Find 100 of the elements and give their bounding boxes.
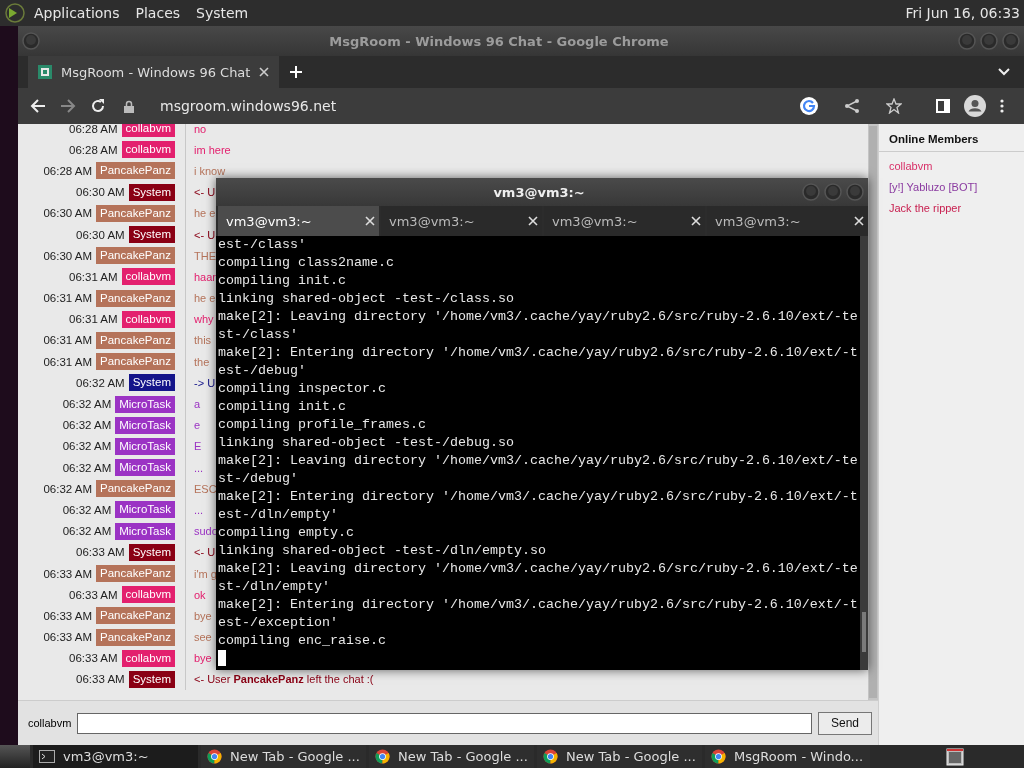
timestamp: 06:28 AM bbox=[43, 164, 93, 177]
reload-icon[interactable] bbox=[90, 98, 106, 114]
taskbar-button[interactable]: vm3@vm3:~ bbox=[33, 745, 198, 768]
taskbar-button[interactable]: New Tab - Google ... bbox=[537, 745, 702, 768]
window-icon[interactable] bbox=[946, 747, 964, 766]
terminal-line: compiling enc_raise.c bbox=[218, 632, 386, 650]
timestamp: 06:33 AM bbox=[69, 652, 118, 665]
chevron-down-icon[interactable] bbox=[998, 68, 1010, 76]
timestamp: 06:33 AM bbox=[69, 588, 118, 601]
message-text: ... bbox=[194, 503, 204, 516]
close-icon[interactable] bbox=[528, 216, 538, 226]
star-icon[interactable] bbox=[886, 98, 902, 114]
terminal-line: make[2]: Leaving directory '/home/vm3/.cache/yay/ruby2.6/src/ruby-2.6.10/ext/-te bbox=[218, 452, 858, 470]
terminal-line: make[2]: Leaving directory '/home/vm3/.cache/yay/ruby2.6/src/ruby-2.6.10/ext/-te bbox=[218, 308, 858, 326]
message-text: why bbox=[194, 313, 214, 326]
window-title: MsgRoom - Windows 96 Chat - Google Chrome bbox=[328, 33, 670, 49]
terminal-line: compiling profile_frames.c bbox=[218, 416, 426, 434]
username-badge: PancakePanz bbox=[96, 628, 175, 646]
address-field[interactable]: msgroom.windows96.net bbox=[160, 98, 337, 114]
username-badge: PancakePanz bbox=[96, 247, 175, 265]
panel-heading: Online Members bbox=[879, 133, 1024, 152]
back-icon[interactable] bbox=[30, 98, 46, 114]
timestamp: 06:30 AM bbox=[76, 228, 125, 241]
terminal-line: linking shared-object -test-/class.so bbox=[218, 290, 514, 308]
timestamp: 06:33 AM bbox=[43, 631, 93, 644]
terminal-line: linking shared-object -test-/dln/empty.so bbox=[218, 542, 546, 560]
timestamp: 06:31 AM bbox=[43, 355, 93, 368]
taskbar-button[interactable]: MsgRoom - Windo... bbox=[705, 745, 870, 768]
message-text: ... bbox=[194, 461, 204, 474]
terminal-tab[interactable]: vm3@vm3:~ bbox=[218, 206, 379, 236]
message-text: i'm g bbox=[194, 567, 217, 580]
avatar-icon[interactable] bbox=[964, 95, 986, 117]
forward-icon[interactable] bbox=[60, 98, 76, 114]
message-text: e bbox=[194, 419, 201, 432]
app-menu-icon[interactable] bbox=[4, 2, 26, 24]
timestamp: 06:33 AM bbox=[43, 609, 93, 622]
terminal-line: make[2]: Entering directory '/home/vm3/.cache/yay/ruby2.6/src/ruby-2.6.10/ext/-t bbox=[218, 344, 858, 362]
timestamp: 06:32 AM bbox=[62, 525, 112, 538]
menu-item[interactable]: Places bbox=[127, 5, 189, 21]
username-badge: collabvm bbox=[121, 141, 175, 159]
username-badge: System bbox=[128, 226, 175, 244]
message-text: i know bbox=[194, 164, 226, 177]
taskbar-button[interactable]: New Tab - Google ... bbox=[201, 745, 366, 768]
close-icon[interactable] bbox=[365, 216, 375, 226]
username-badge: PancakePanz bbox=[96, 289, 175, 307]
browser-tab[interactable]: MsgRoom - Windows 96 Chat bbox=[28, 56, 280, 88]
terminal-line: compiling init.c bbox=[218, 398, 346, 416]
terminal-icon bbox=[39, 750, 55, 763]
terminal-line: make[2]: Leaving directory '/home/vm3/.cache/yay/ruby2.6/src/ruby-2.6.10/ext/-te bbox=[218, 560, 858, 578]
timestamp: 06:32 AM bbox=[43, 482, 93, 495]
timestamp: 06:33 AM bbox=[76, 673, 125, 686]
timestamp: 06:33 AM bbox=[43, 567, 93, 580]
username-badge: PancakePanz bbox=[96, 353, 175, 371]
close-icon[interactable] bbox=[854, 216, 864, 226]
username-badge: PancakePanz bbox=[96, 480, 175, 498]
menu-item[interactable]: System bbox=[188, 5, 257, 21]
username-badge: MicroTask bbox=[115, 395, 175, 413]
more-icon[interactable] bbox=[1000, 99, 1004, 113]
plus-icon[interactable] bbox=[289, 65, 304, 79]
taskbar-button[interactable]: New Tab - Google ... bbox=[369, 745, 534, 768]
member-name[interactable]: collabvm bbox=[879, 160, 943, 173]
member-name[interactable]: Jack the ripper bbox=[879, 202, 972, 215]
close-icon[interactable] bbox=[259, 67, 270, 77]
terminal-line: est-/exception' bbox=[218, 614, 338, 632]
g-logo-icon[interactable] bbox=[800, 97, 818, 115]
side-panel-icon[interactable] bbox=[936, 99, 950, 113]
timestamp: 06:28 AM bbox=[69, 124, 118, 135]
clock: Fri Jun 16, 06:33 bbox=[905, 5, 1020, 21]
scrollbar[interactable] bbox=[859, 236, 868, 670]
browser-icon bbox=[375, 749, 390, 764]
timestamp: 06:30 AM bbox=[43, 207, 93, 220]
member-name[interactable]: [y!] Yabluzo [BOT] bbox=[879, 181, 988, 194]
message-text: he e bbox=[194, 292, 216, 305]
message-input[interactable] bbox=[77, 712, 812, 734]
timestamp: 06:32 AM bbox=[62, 398, 112, 411]
timestamp: 06:32 AM bbox=[62, 419, 112, 432]
username-badge: PancakePanz bbox=[96, 162, 175, 180]
send-button[interactable]: Send bbox=[817, 711, 872, 735]
message-text: <- U bbox=[194, 186, 216, 199]
scrollbar[interactable] bbox=[868, 124, 878, 700]
terminal-line: compiling class2name.c bbox=[218, 254, 394, 272]
message-text: im here bbox=[194, 143, 231, 156]
username-badge: System bbox=[128, 374, 175, 392]
share-icon[interactable] bbox=[844, 98, 860, 114]
terminal-line: compiling init.c bbox=[218, 272, 346, 290]
message-text: he e bbox=[194, 207, 216, 220]
username-badge: collabvm bbox=[121, 649, 175, 667]
username-badge: System bbox=[128, 543, 175, 561]
message-text: ok bbox=[194, 588, 206, 601]
timestamp: 06:30 AM bbox=[43, 249, 93, 262]
menu-item[interactable]: Applications bbox=[26, 5, 128, 21]
close-icon[interactable] bbox=[691, 216, 701, 226]
message-text: <- U bbox=[194, 546, 216, 559]
username-badge: collabvm bbox=[121, 586, 175, 604]
username-badge: MicroTask bbox=[115, 501, 175, 519]
terminal-line: compiling inspector.c bbox=[218, 380, 386, 398]
username-badge: collabvm bbox=[121, 310, 175, 328]
cursor bbox=[218, 650, 226, 666]
terminal-line: est-/dln/empty' bbox=[218, 506, 338, 524]
message-text: <- User PancakePanz left the chat :( bbox=[194, 673, 374, 686]
